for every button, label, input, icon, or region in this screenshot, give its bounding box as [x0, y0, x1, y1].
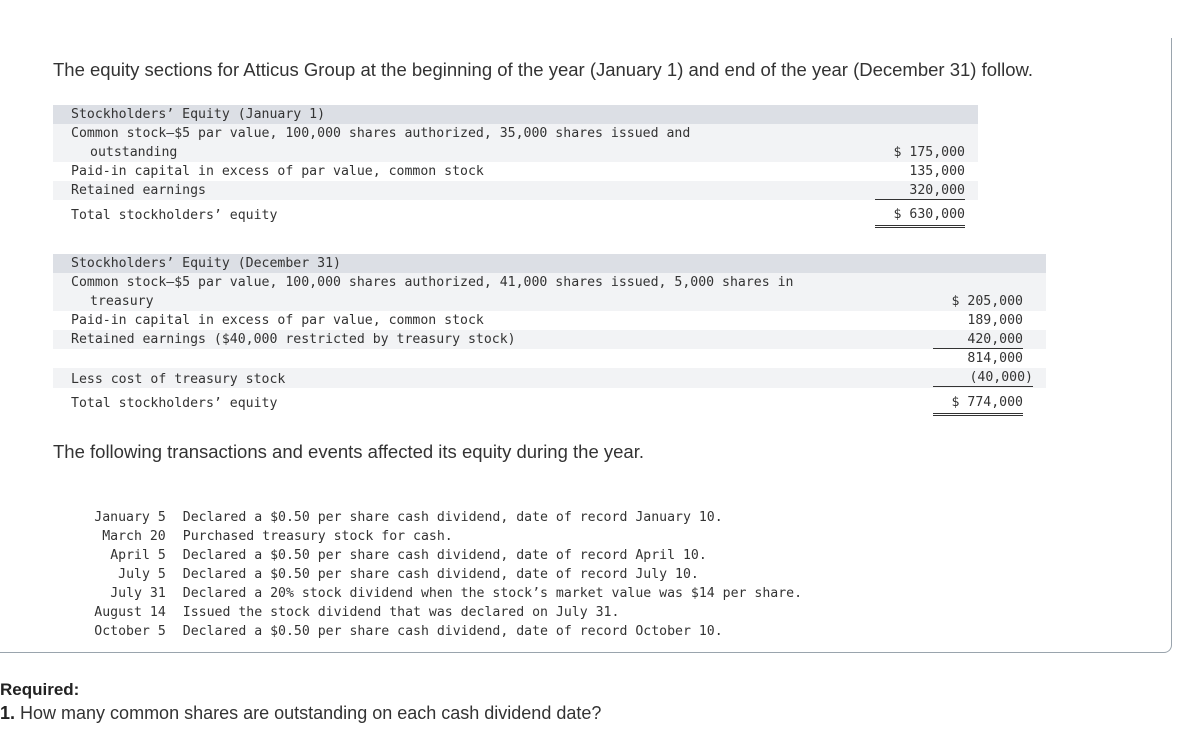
transaction-description: Declared a $0.50 per share cash dividend… — [182, 510, 723, 525]
retained-earnings-row: Retained earnings — [53, 181, 978, 200]
common-stock-label: Common stock—$5 par value, 100,000 share… — [71, 126, 691, 141]
question-text: How many common shares are outstanding o… — [20, 703, 602, 723]
treasury-stock-label: Less cost of treasury stock — [71, 372, 286, 387]
transaction-description: Declared a 20% stock dividend when the s… — [182, 586, 803, 601]
question-number: 1. — [0, 703, 16, 723]
transaction-description: Declared a $0.50 per share cash dividend… — [182, 548, 707, 563]
transaction-description: Issued the stock dividend that was decla… — [182, 605, 620, 620]
common-stock-label-cont: treasury — [90, 294, 154, 309]
paid-in-capital-amount: 135,000 — [909, 164, 965, 179]
total-equity-row: Total stockholders’ equity — [53, 200, 978, 231]
total-equity-label: Total stockholders’ equity — [71, 396, 278, 411]
transaction-date: July 5 — [118, 567, 166, 582]
retained-earnings-amount: 320,000 — [875, 181, 965, 200]
total-equity-label: Total stockholders’ equity — [71, 208, 278, 223]
required-heading: Required: — [0, 680, 80, 699]
paid-in-capital-row: Paid-in capital in excess of par value, … — [53, 162, 978, 181]
treasury-stock-amount: (40,000) — [933, 368, 1033, 387]
transaction-date: July 31 — [110, 586, 166, 601]
retained-earnings-amount: 420,000 — [933, 330, 1023, 349]
common-stock-label: Common stock—$5 par value, 100,000 share… — [71, 275, 794, 290]
subtotal-row — [53, 349, 1046, 368]
transactions-intro: The following transactions and events af… — [53, 441, 644, 462]
transaction-date: March 20 — [102, 529, 166, 544]
common-stock-amount: $ 175,000 — [893, 145, 965, 160]
transactions-list: January 5 Declared a $0.50 per share cash… — [52, 489, 803, 639]
transaction-date: April 5 — [110, 548, 166, 563]
subtotal-amount: 814,000 — [967, 351, 1023, 366]
transaction-date: January 5 — [94, 510, 166, 525]
paid-in-capital-label: Paid-in capital in excess of par value, … — [71, 313, 484, 328]
transaction-date: August 14 — [94, 605, 166, 620]
equity-table-january: Stockholders’ Equity (January 1) Common … — [53, 105, 978, 231]
paid-in-capital-row: Paid-in capital in excess of par value, … — [53, 311, 1046, 330]
panel-edge — [1171, 38, 1172, 52]
total-equity-row: Total stockholders’ equity — [53, 388, 1046, 419]
question: 1. How many common shares are outstandin… — [0, 703, 601, 724]
transaction-row: January 5 Declared a $0.50 per share cash… — [52, 489, 802, 525]
paid-in-capital-label: Paid-in capital in excess of par value, … — [71, 164, 484, 179]
total-equity-amount: $ 630,000 — [875, 205, 965, 228]
table-header: Stockholders’ Equity (December 31) — [71, 256, 341, 271]
transaction-description: Declared a $0.50 per share cash dividend… — [182, 624, 723, 639]
intro-text: The equity sections for Atticus Group at… — [53, 59, 1034, 80]
paid-in-capital-amount: 189,000 — [967, 313, 1023, 328]
retained-earnings-row: Retained earnings ($40,000 restricted by… — [53, 330, 1046, 349]
table-header-row: Stockholders’ Equity (December 31) — [53, 254, 1046, 273]
transaction-date: October 5 — [94, 624, 166, 639]
common-stock-row: Common stock—$5 par value, 100,000 share… — [53, 273, 1046, 311]
retained-earnings-label: Retained earnings ($40,000 restricted by… — [71, 332, 516, 347]
total-equity-amount: $ 774,000 — [933, 393, 1023, 416]
table-header-row: Stockholders’ Equity (January 1) — [53, 105, 978, 124]
common-stock-label-cont: outstanding — [90, 145, 178, 160]
table-header: Stockholders’ Equity (January 1) — [71, 107, 326, 122]
equity-table-december: Stockholders’ Equity (December 31) Commo… — [53, 254, 1046, 419]
treasury-stock-row: Less cost of treasury stock — [53, 368, 1046, 388]
transaction-description: Declared a $0.50 per share cash dividend… — [182, 567, 699, 582]
transaction-description: Purchased treasury stock for cash. — [182, 529, 453, 544]
common-stock-amount: $ 205,000 — [951, 294, 1023, 309]
common-stock-row: Common stock—$5 par value, 100,000 share… — [53, 124, 978, 162]
retained-earnings-label: Retained earnings — [71, 183, 206, 198]
